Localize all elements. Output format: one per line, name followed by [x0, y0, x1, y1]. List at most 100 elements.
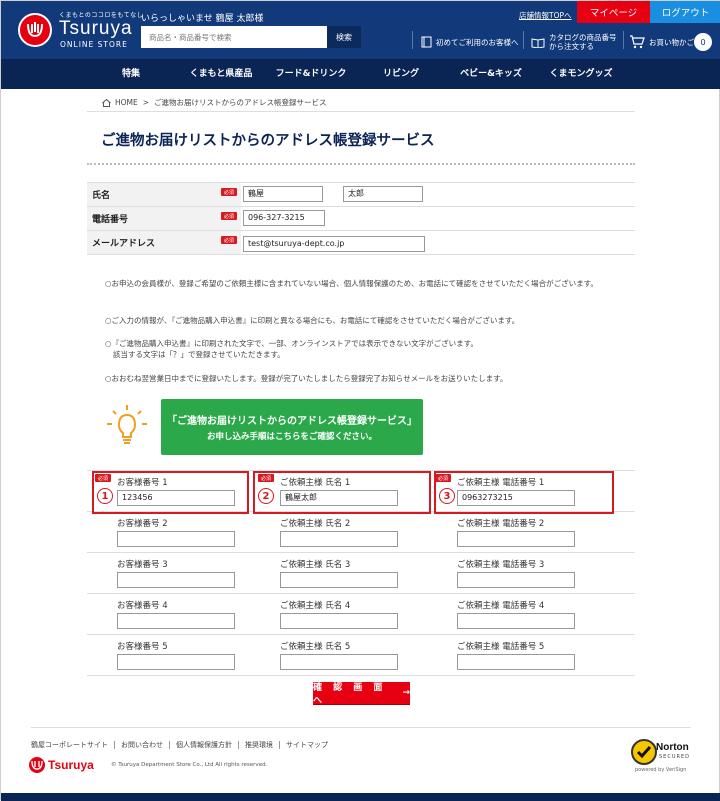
sender-phone-input[interactable] — [457, 531, 575, 547]
note-1: ○お申込の会員様が、登録ご希望のご依頼主様に含まれていない場合、個人情報保護のた… — [105, 279, 598, 288]
sender-phone-label: ご依頼主様 電話番号 5 — [457, 642, 545, 652]
confirm-button[interactable]: 確 認 画 面 へ → — [313, 682, 410, 706]
customer-number-cell: お客様番号 4 — [87, 594, 250, 635]
sender-phone-cell: ご依頼主様 電話番号 4 — [427, 594, 635, 635]
divider — [412, 31, 413, 49]
lightbulb-icon — [107, 405, 147, 444]
arrow-right-icon: → — [402, 688, 410, 698]
required-badge: 必須 — [221, 212, 237, 220]
breadcrumb: HOME > ご進物お届けリストからのアドレス帳登録サービス — [102, 97, 327, 108]
customer-number-label: お客様番号 5 — [117, 642, 168, 652]
sender-phone-cell: ご依頼主様 電話番号 5 — [427, 635, 635, 676]
guide-button-line2: お申し込み手順はこちらをご確認ください。 — [206, 432, 377, 442]
cart-link[interactable]: お買い物かご — [629, 28, 694, 56]
brand-name[interactable]: Tsuruya — [59, 18, 133, 40]
required-badge: 必須 — [221, 236, 237, 244]
nav-item-feature[interactable]: 特集 — [86, 59, 176, 89]
sender-row: お客様番号 4 ご依頼主様 氏名 4 ご依頼主様 電話番号 4 — [87, 594, 635, 635]
nav-item-kumamoto[interactable]: くまもと県産品 — [176, 59, 266, 89]
mypage-button[interactable]: マイページ — [577, 1, 650, 23]
sender-phone-input[interactable] — [457, 613, 575, 629]
guide-button-line1: 「ご進物お届けリストからのアドレス帳登録サービス」 — [167, 416, 417, 427]
footer-link-contact[interactable]: お問い合わせ — [114, 741, 169, 749]
norton-seal[interactable]: Norton SECURED powered by VeriSign — [631, 739, 693, 773]
phone-field[interactable]: 096-327-3215 — [243, 210, 325, 226]
name-row: 氏名 必須 鶴屋 太郎 — [87, 183, 635, 207]
customer-number-input[interactable] — [117, 531, 235, 547]
catalog-line1: カタログの商品番号 — [549, 33, 617, 42]
sender-name-input[interactable] — [280, 654, 398, 670]
search-input[interactable] — [141, 26, 327, 48]
divider — [87, 111, 635, 112]
nav-item-living[interactable]: リビング — [356, 59, 446, 89]
sender-name-cell: ご依頼主様 氏名 2 — [250, 512, 427, 553]
norton-check-icon — [631, 739, 657, 765]
main-nav: 特集 くまもと県産品 フード&ドリンク リビング ベビー&キッズ くまモングッズ — [1, 59, 720, 89]
email-label-cell: メールアドレス 必須 — [87, 231, 241, 254]
sender-name-label: ご依頼主様 氏名 4 — [280, 601, 351, 611]
sender-name-input[interactable] — [280, 572, 398, 588]
customer-number-label: お客様番号 4 — [117, 601, 168, 611]
catalog-order-label: カタログの商品番号 から注文する — [549, 33, 617, 51]
footer-link-environment[interactable]: 推奨環境 — [238, 741, 279, 749]
footer-link-corporate[interactable]: 鶴屋コーポレートサイト — [31, 741, 114, 749]
breadcrumb-home[interactable]: HOME — [115, 98, 138, 107]
sender-phone-cell: ご依頼主様 電話番号 3 — [427, 553, 635, 594]
phone-row: 電話番号 必須 096-327-3215 — [87, 207, 635, 231]
sender-name-label: ご依頼主様 氏名 5 — [280, 642, 351, 652]
sender-row: お客様番号 2 ご依頼主様 氏名 2 ご依頼主様 電話番号 2 — [87, 512, 635, 553]
highlight-box — [434, 471, 614, 514]
footer-link-sitemap[interactable]: サイトマップ — [279, 741, 334, 749]
customer-number-input[interactable] — [117, 572, 235, 588]
nav-item-food-drink[interactable]: フード&ドリンク — [266, 59, 356, 89]
sender-row: お客様番号 3 ご依頼主様 氏名 3 ご依頼主様 電話番号 3 — [87, 553, 635, 594]
nav-item-baby-kids[interactable]: ベビー&キッズ — [446, 59, 536, 89]
guide-button[interactable]: 「ご進物お届けリストからのアドレス帳登録サービス」 お申し込み手順はこちらをご確… — [161, 399, 423, 455]
first-time-link[interactable]: 初めてご利用のお客様へ — [421, 28, 519, 56]
sender-name-input[interactable] — [280, 613, 398, 629]
customer-number-input[interactable] — [117, 613, 235, 629]
footer-links: 鶴屋コーポレートサイト お問い合わせ 個人情報保護方針 推奨環境 サイトマップ — [31, 741, 334, 749]
logout-button[interactable]: ログアウト — [650, 1, 720, 23]
last-name-field[interactable]: 鶴屋 — [243, 186, 323, 202]
sender-phone-label: ご依頼主様 電話番号 2 — [457, 519, 545, 529]
book-icon — [421, 36, 432, 48]
email-row: メールアドレス 必須 test@tsuruya-dept.co.jp — [87, 231, 635, 255]
store-info-link[interactable]: 店舗情報TOPへ — [519, 10, 572, 21]
open-book-icon — [531, 37, 545, 48]
catalog-order-link[interactable]: カタログの商品番号 から注文する — [531, 28, 617, 56]
sender-name-cell: ご依頼主様 氏名 5 — [250, 635, 427, 676]
sender-phone-label: ご依頼主様 電話番号 3 — [457, 560, 545, 570]
copyright: © Tsuruya Department Store Co., Ltd All … — [111, 762, 268, 768]
tsuruya-logo-icon[interactable] — [18, 13, 52, 47]
sender-name-input[interactable] — [280, 531, 398, 547]
search-button[interactable]: 検索 — [327, 26, 361, 48]
footer-link-privacy[interactable]: 個人情報保護方針 — [169, 741, 238, 749]
customer-number-input[interactable] — [117, 654, 235, 670]
first-name-field[interactable]: 太郎 — [343, 186, 423, 202]
sender-name-label: ご依頼主様 氏名 3 — [280, 560, 351, 570]
phone-label-cell: 電話番号 必須 — [87, 207, 241, 230]
page: くまもとのココロをもてなし Tsuruya ONLINE STORE いらっしゃ… — [0, 0, 720, 801]
home-icon — [102, 98, 111, 107]
sender-row: お客様番号 5 ご依頼主様 氏名 5 ご依頼主様 電話番号 5 — [87, 635, 635, 676]
page-title: ご進物お届けリストからのアドレス帳登録サービス — [101, 133, 435, 149]
step-marker: 1 — [97, 488, 113, 504]
breadcrumb-current: ご進物お届けリストからのアドレス帳登録サービス — [154, 98, 327, 107]
name-label: 氏名 — [92, 191, 111, 201]
sender-phone-input[interactable] — [457, 572, 575, 588]
name-label-cell: 氏名 必須 — [87, 183, 241, 206]
footer-logo[interactable]: Tsuruya — [29, 757, 94, 773]
first-time-label: 初めてご利用のお客様へ — [436, 37, 519, 47]
confirm-button-label: 確 認 画 面 へ — [313, 683, 387, 706]
email-field[interactable]: test@tsuruya-dept.co.jp — [243, 236, 425, 252]
welcome-message: いらっしゃいませ 鶴屋 太郎様 — [141, 14, 264, 24]
customer-number-cell: お客様番号 5 — [87, 635, 250, 676]
note-3b: 該当する文字は「？」で登録させていただきます。 — [113, 350, 285, 359]
nav-item-kumamon[interactable]: くまモングッズ — [536, 59, 626, 89]
tsuruya-logo-icon — [29, 757, 45, 773]
footer-logo-text: Tsuruya — [48, 758, 94, 772]
customer-number-cell: お客様番号 3 — [87, 553, 250, 594]
step-marker: 2 — [258, 488, 274, 504]
sender-phone-input[interactable] — [457, 654, 575, 670]
